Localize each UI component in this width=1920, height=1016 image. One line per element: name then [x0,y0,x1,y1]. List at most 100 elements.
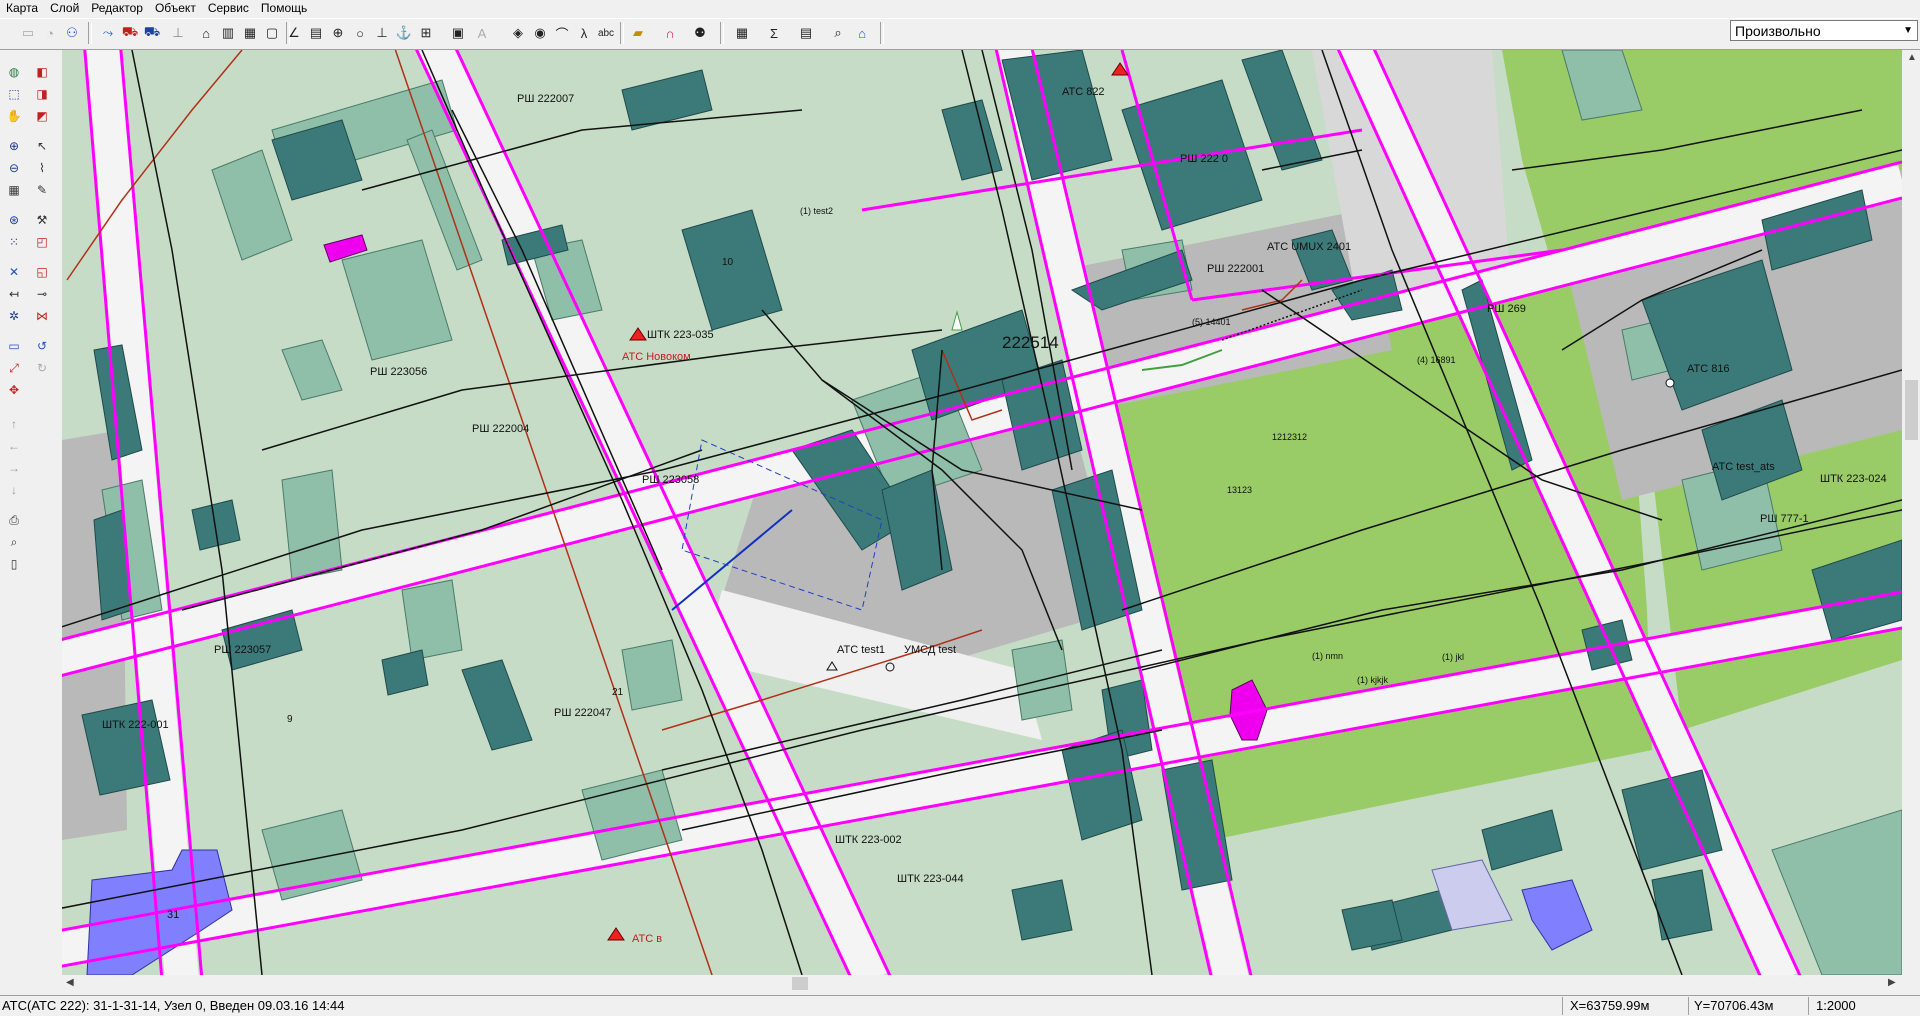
back-icon[interactable]: ↤ [4,284,24,304]
layer-red-icon[interactable]: ◧ [32,62,52,82]
node-icon[interactable]: ⊕ [328,23,348,43]
down-arrow-icon[interactable]: ↓ [4,480,24,500]
label-atc-test1: АТС test1 [837,644,885,656]
angle-icon[interactable]: ∠ [284,23,304,43]
grid-icon[interactable]: ▦ [240,23,260,43]
dots-icon[interactable]: ⁙ [4,232,24,252]
region-icon[interactable]: ◈ [508,23,528,43]
redo-icon[interactable]: ↻ [32,358,52,378]
pipe-icon[interactable]: ⤳ [98,23,118,43]
search-icon[interactable]: ⌕ [828,23,848,43]
stamp-icon[interactable]: ⊥ [168,23,188,43]
open-icon[interactable]: ◔ [40,23,60,43]
label-14401: (5) 14401 [1192,317,1231,327]
menu-servis[interactable]: Сервис [202,0,255,16]
blank-page-icon[interactable]: ▯ [4,554,24,574]
scroll-right-icon[interactable]: ▶ [1888,977,1896,988]
object-icon[interactable]: ◰ [32,232,52,252]
text-a-icon[interactable]: A [472,23,492,43]
line-tool-icon[interactable]: ⤢ [4,358,24,378]
tool-icon[interactable]: ⚒ [32,210,52,230]
object-alt-icon[interactable]: ◱ [32,262,52,282]
circle-icon[interactable]: ○ [350,23,370,43]
map-canvas[interactable]: 222514 АТС 816 АТС 822 АТС UMUX 2401 АТС… [62,50,1902,975]
layer-add-icon[interactable]: ◩ [32,106,52,126]
house-icon[interactable]: ⌂ [196,23,216,43]
label-222514: 222514 [1002,333,1059,352]
map-svg: 222514 АТС 816 АТС 822 АТС UMUX 2401 АТС… [62,50,1902,975]
home-icon[interactable]: ⌂ [852,23,872,43]
folder-icon[interactable]: ▰ [628,23,648,43]
segment-icon[interactable]: ⊸ [32,284,52,304]
document-icon[interactable]: ▢ [262,23,282,43]
split-icon[interactable]: ⋈ [32,306,52,326]
brush-icon[interactable]: ⌇ [32,158,52,178]
label-atc-novokom: АТС Новоком [622,351,691,363]
building-10 [681,209,783,331]
report-icon[interactable]: ▤ [796,23,816,43]
truck-icon[interactable]: ⛟ [142,23,162,43]
pencil-icon[interactable]: ✎ [32,180,52,200]
label-rsh-222-0: РШ 222 0 [1180,153,1228,165]
sigma-icon[interactable]: Σ [764,23,784,43]
anchor-icon[interactable]: ⚓ [394,23,414,43]
atc-novokom-marker [629,327,647,341]
connect-icon[interactable]: ⚇ [62,23,82,43]
magnet-icon[interactable]: ∩ [660,23,680,43]
horizontal-scroll-thumb[interactable] [792,977,808,990]
cabinet-icon[interactable]: ▤ [306,23,326,43]
scroll-left-icon[interactable]: ◀ [66,977,74,988]
status-divider [1562,997,1563,1015]
grid-icon[interactable]: ▦ [4,180,24,200]
preview-icon[interactable]: ⌕ [4,532,24,552]
page-icon[interactable]: ▭ [4,336,24,356]
select-icon[interactable]: ⬚ [4,84,24,104]
region-alt-icon[interactable]: ◉ [530,23,550,43]
frame-icon[interactable]: ⊞ [416,23,436,43]
scroll-up-icon[interactable]: ▲ [1907,52,1917,63]
layer-edit-icon[interactable]: ◨ [32,84,52,104]
menu-pomosh[interactable]: Помощь [255,0,313,16]
pan-hand-icon[interactable]: ✋ [4,106,24,126]
vertical-scrollbar[interactable]: ▲ [1903,50,1920,975]
label-atc-816: АТС 816 [1687,363,1730,375]
cross-icon[interactable]: ✕ [4,262,24,282]
layer-icon[interactable]: ▣ [448,23,468,43]
pointer-icon[interactable]: ↖ [32,136,52,156]
lambda-icon[interactable]: λ [574,23,594,43]
pole-icon[interactable]: ⊥ [372,23,392,43]
menu-karta[interactable]: Карта [0,0,44,16]
target-icon[interactable]: ⊛ [4,210,24,230]
calculator-icon[interactable]: ▦ [732,23,752,43]
label-9: 9 [287,714,293,725]
undo-icon[interactable]: ↺ [32,336,52,356]
scale-combo[interactable]: Произвольно ▼ [1730,20,1918,41]
move-icon[interactable]: ✥ [4,380,24,400]
zoom-out-icon[interactable]: ⊖ [4,158,24,178]
up-arrow-icon[interactable]: ↑ [4,414,24,434]
menu-redaktor[interactable]: Редактор [85,0,149,16]
horizontal-scrollbar[interactable]: ◀ ▶ [62,975,1903,992]
print-icon[interactable]: ⎙ [4,510,24,530]
scale-combo-value: Произвольно [1735,22,1821,39]
curve-icon[interactable]: ⌒ [552,23,572,43]
label-rsh-777-1: РШ 777-1 [1760,513,1809,525]
menu-sloy[interactable]: Слой [44,0,85,16]
abc-text-icon[interactable]: abc [596,23,616,43]
toolbar-separator [880,22,884,44]
bars-icon[interactable]: ▥ [218,23,238,43]
vehicle-icon[interactable]: ⛟ [120,23,140,43]
menu-bar: Карта Слой Редактор Объект Сервис Помощь [0,0,1920,16]
new-map-icon[interactable]: ▭ [18,23,38,43]
network-icon[interactable]: ✲ [4,306,24,326]
label-shtk-223-002: ШТК 223-002 [835,834,902,846]
right-arrow-icon[interactable]: → [4,458,24,478]
people-icon[interactable]: ⚉ [690,23,710,43]
label-shtk-223-044: ШТК 223-044 [897,873,964,885]
globe-icon[interactable]: ◍ [4,62,24,82]
left-arrow-icon[interactable]: ← [4,436,24,456]
zoom-in-icon[interactable]: ⊕ [4,136,24,156]
label-rsh-223056: РШ 223056 [370,366,427,378]
vertical-scroll-thumb[interactable] [1905,380,1918,440]
menu-obekt[interactable]: Объект [149,0,202,16]
